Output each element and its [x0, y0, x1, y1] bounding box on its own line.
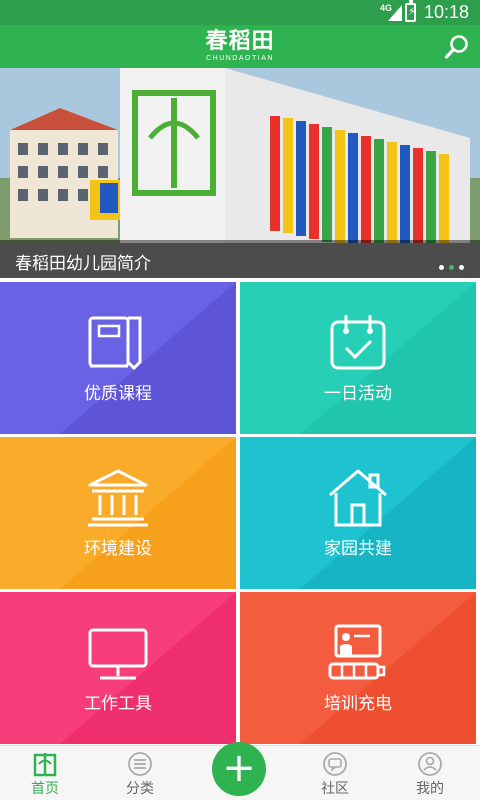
app-header: 春稻田 CHUNDAOTIAN: [0, 25, 480, 68]
status-bar: 4G ⚡ 10:18: [0, 0, 480, 25]
tile-label: 优质课程: [84, 384, 152, 403]
community-icon: [323, 752, 347, 776]
nav-profile[interactable]: 我的: [385, 746, 475, 800]
tile-home-school[interactable]: 家园共建: [240, 437, 476, 589]
tile-label: 一日活动: [324, 384, 392, 403]
building-icon: [88, 469, 148, 527]
nav-category[interactable]: 分类: [95, 746, 185, 800]
calendar-check-icon: [330, 315, 386, 370]
logo-title: 春稻田: [205, 28, 275, 53]
tile-daily-activities[interactable]: 一日活动: [240, 282, 476, 434]
add-button[interactable]: +: [212, 742, 266, 796]
nav-label: 社区: [321, 780, 349, 796]
home-logo-icon: [33, 753, 57, 777]
nav-home[interactable]: 首页: [0, 746, 90, 800]
signal-icon: [388, 5, 402, 21]
teacher-board-icon: [328, 624, 386, 680]
tile-work-tools[interactable]: 工作工具: [0, 592, 236, 744]
tile-label: 工作工具: [84, 694, 152, 713]
category-icon: [128, 752, 152, 776]
tile-label: 环境建设: [84, 539, 152, 558]
tile-label: 培训充电: [324, 694, 392, 713]
carousel-indicator: [434, 257, 464, 270]
banner-caption: 春稻田幼儿园简介: [15, 254, 151, 273]
search-icon[interactable]: [444, 34, 470, 60]
nav-label: 分类: [126, 780, 154, 796]
carousel-dot-active[interactable]: [449, 265, 454, 270]
tile-label: 家园共建: [324, 539, 392, 558]
status-time: 10:18: [424, 2, 470, 22]
carousel-dot[interactable]: [459, 265, 464, 270]
profile-icon: [418, 752, 442, 776]
nav-label: 我的: [416, 780, 444, 796]
monitor-icon: [88, 628, 148, 680]
tile-environment[interactable]: 环境建设: [0, 437, 236, 589]
battery-icon: ⚡: [405, 0, 416, 22]
app-logo: 春稻田 CHUNDAOTIAN: [190, 28, 290, 63]
nav-community[interactable]: 社区: [290, 746, 380, 800]
banner-caption-bar: 春稻田幼儿园简介: [0, 240, 480, 278]
tile-courses[interactable]: 优质课程: [0, 282, 236, 434]
plus-icon: +: [222, 745, 256, 791]
house-icon: [329, 469, 387, 527]
tile-training[interactable]: 培训充电: [240, 592, 476, 744]
book-icon: [88, 316, 142, 371]
carousel-dot[interactable]: [439, 265, 444, 270]
logo-subtitle: CHUNDAOTIAN: [206, 55, 274, 62]
nav-label: 首页: [31, 780, 59, 796]
